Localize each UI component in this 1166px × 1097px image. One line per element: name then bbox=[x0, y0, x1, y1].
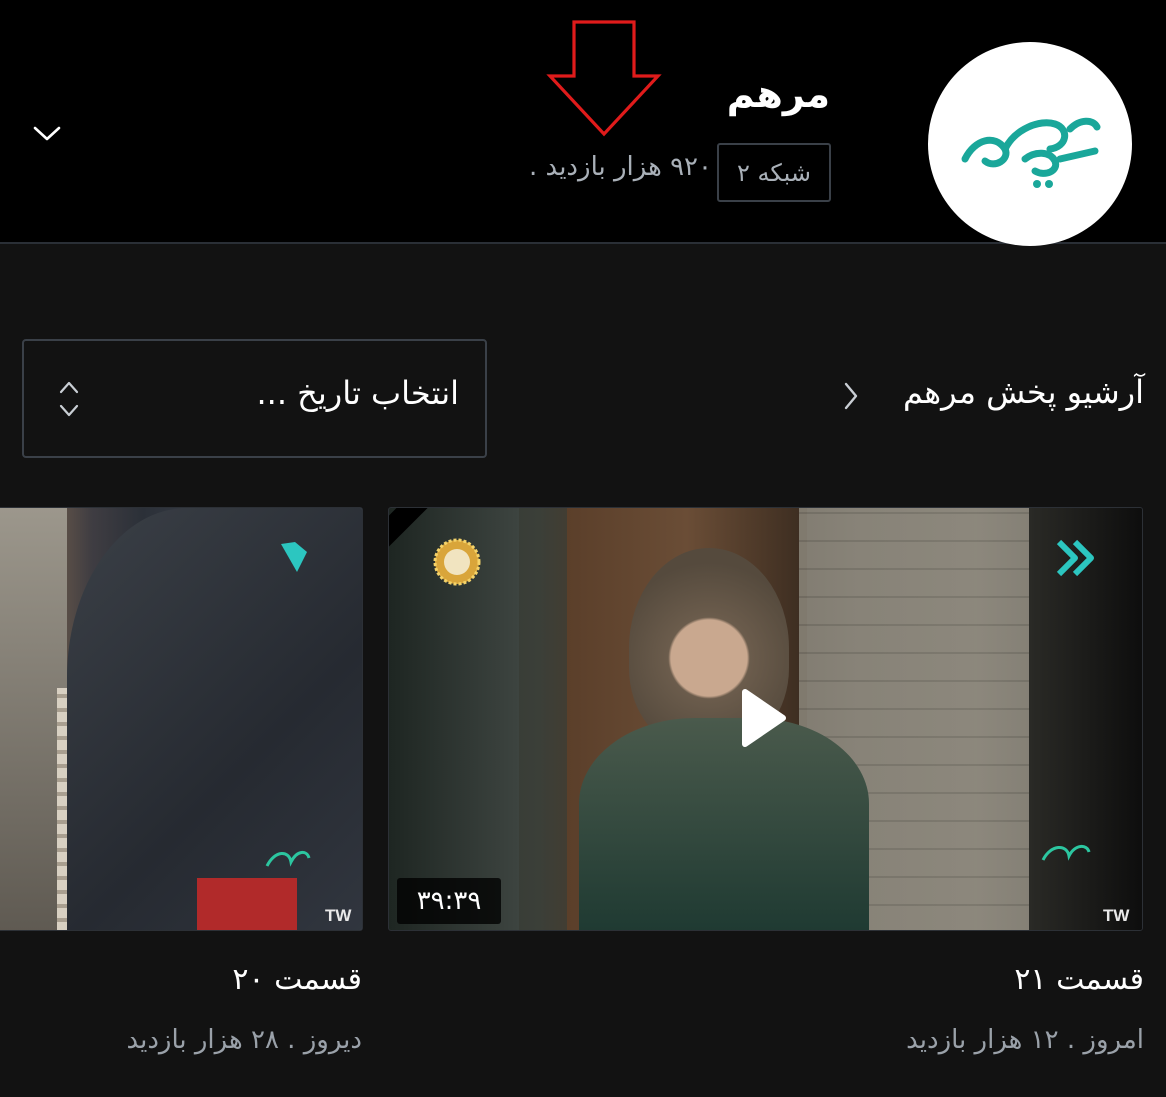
channel-views: ۹۲۰ هزار بازدید . bbox=[529, 152, 712, 182]
page: ۹۲۰ هزار بازدید . شبکه ۲ مرهم آرشیو پخش … bbox=[0, 0, 1166, 1097]
archive-title[interactable]: آرشیو پخش مرهم bbox=[903, 373, 1144, 411]
scene-red-cloth bbox=[197, 878, 297, 930]
tw-watermark: TW bbox=[1103, 906, 1130, 925]
episode-thumbnail[interactable]: TW ۳۹:۳۹ bbox=[388, 507, 1143, 931]
show-watermark-icon bbox=[263, 842, 313, 882]
tw-watermark: TW bbox=[325, 906, 352, 925]
chevron-down-icon[interactable] bbox=[28, 115, 66, 153]
episode-title[interactable]: قسمت ۲۱ bbox=[1014, 962, 1144, 997]
episode-title[interactable]: قسمت ۲۰ bbox=[232, 962, 362, 997]
chevron-right-icon[interactable] bbox=[836, 379, 866, 413]
show-watermark-icon bbox=[1039, 834, 1093, 878]
network-badge[interactable]: شبکه ۲ bbox=[717, 143, 831, 202]
date-select[interactable]: انتخاب تاریخ ... bbox=[22, 339, 487, 458]
sort-updown-icon bbox=[58, 379, 80, 423]
duration-badge: ۳۹:۳۹ bbox=[397, 878, 501, 924]
seal-icon bbox=[433, 538, 481, 590]
episode-meta: دیروز . ۲۸ هزار بازدید bbox=[126, 1025, 362, 1055]
channel-title: مرهم bbox=[726, 72, 830, 116]
episode-thumbnail[interactable]: TW bbox=[0, 507, 363, 931]
episode-meta: امروز . ۱۲ هزار بازدید bbox=[906, 1025, 1144, 1055]
date-select-placeholder: انتخاب تاریخ ... bbox=[256, 374, 459, 412]
channel-header: ۹۲۰ هزار بازدید . شبکه ۲ مرهم bbox=[0, 0, 1166, 246]
separator-dot: . bbox=[529, 152, 538, 182]
network-logo-icon bbox=[1055, 538, 1099, 582]
scene-foreground-person bbox=[67, 508, 362, 930]
views-count: ۹۲۰ هزار بازدید bbox=[545, 152, 712, 182]
show-logo-icon bbox=[961, 117, 1101, 188]
red-down-arrow-icon bbox=[546, 20, 662, 142]
channel-logo[interactable] bbox=[928, 42, 1132, 246]
play-icon[interactable] bbox=[739, 686, 789, 754]
network-logo-icon bbox=[277, 538, 311, 580]
scene-person-body bbox=[579, 718, 869, 930]
